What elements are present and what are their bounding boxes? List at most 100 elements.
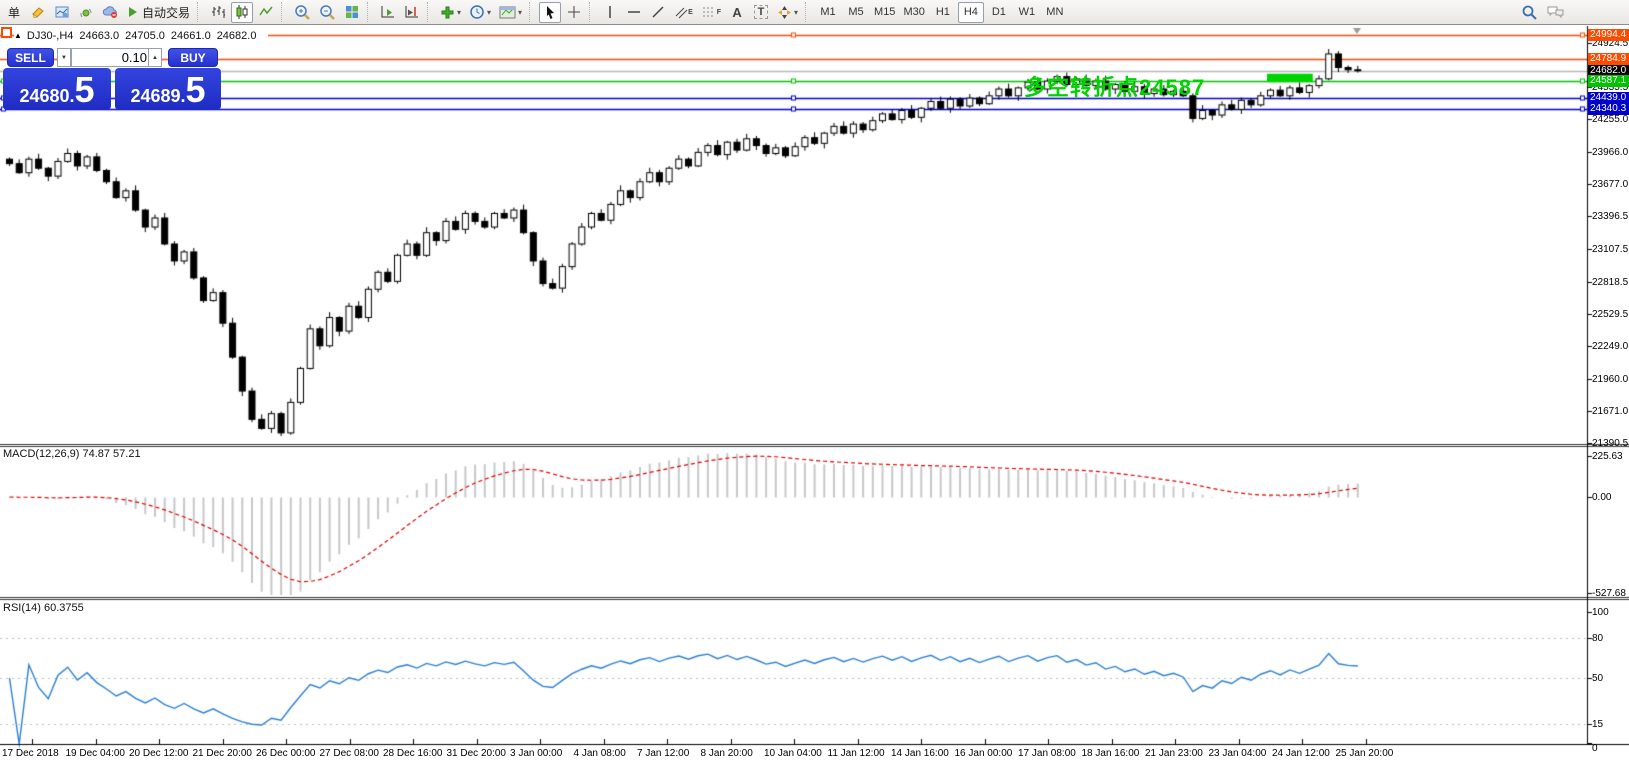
text-label-tool-icon[interactable]: T <box>750 2 772 23</box>
time-axis-label: 31 Dec 20:00 <box>447 748 507 759</box>
timeframe-m1-button[interactable]: M1 <box>815 2 841 23</box>
buy-button[interactable]: BUY <box>168 48 218 67</box>
price-axis-label: 23107.5 <box>1592 244 1628 255</box>
cursor-tool-icon[interactable] <box>539 2 561 23</box>
toolbar-separator <box>281 2 287 22</box>
price-axis-label: 22249.0 <box>1592 341 1628 352</box>
chart-text-annotation[interactable]: 多空转折点24587 <box>1024 70 1205 102</box>
timeframe-h1-button[interactable]: H1 <box>930 2 956 23</box>
vertical-line-tool-icon[interactable] <box>599 2 621 23</box>
trendline-tool-icon[interactable] <box>647 2 669 23</box>
time-axis-label: 18 Jan 16:00 <box>1082 748 1140 759</box>
timeframe-mn-button[interactable]: MN <box>1042 2 1068 23</box>
signals-icon[interactable] <box>75 2 97 23</box>
price-axis-label: 24255.0 <box>1592 114 1628 125</box>
hline-price-tag[interactable]: 24784.9 <box>1588 53 1629 65</box>
time-axis-label: 8 Jan 20:00 <box>701 748 753 759</box>
collapse-triangle-icon[interactable]: ▲ <box>14 31 22 40</box>
time-axis-label: 19 Dec 04:00 <box>66 748 126 759</box>
market-cloud-icon[interactable] <box>99 2 122 23</box>
periods-button[interactable]: ▾ <box>466 2 494 23</box>
rsi-axis-label: 80 <box>1592 633 1628 644</box>
price-axis-label: 23966.0 <box>1592 147 1628 158</box>
macd-axis-label: 225.63 <box>1592 451 1628 462</box>
time-axis-label: 4 Jan 08:00 <box>574 748 626 759</box>
text-tool-letter: A <box>732 5 741 20</box>
macd-axis-label: 0.00 <box>1592 492 1628 503</box>
new-order-icon[interactable] <box>27 2 49 23</box>
time-axis-label: 7 Jan 12:00 <box>637 748 689 759</box>
indicators-caret-icon: ▾ <box>457 8 461 17</box>
toolbar-separator <box>589 2 595 22</box>
sell-price-frac: 5 <box>75 69 95 111</box>
time-axis-label: 10 Jan 04:00 <box>764 748 822 759</box>
zoom-in-icon[interactable] <box>291 2 314 23</box>
sell-price[interactable]: 24680 . 5 <box>3 68 111 110</box>
time-axis-label: 17 Dec 2018 <box>2 748 59 759</box>
hline-price-tag[interactable]: 24340.3 <box>1588 103 1629 115</box>
chart-shift-icon[interactable] <box>401 2 423 23</box>
price-axis-label: 21960.0 <box>1592 374 1628 385</box>
volume-input[interactable] <box>71 48 152 67</box>
toolbar: 单 自动交易 ▾ ▾ ▾ E F A T ▾ M1M5M15M30H1H4D1W… <box>0 0 1629 25</box>
toolbar-separator <box>197 2 203 22</box>
bar-chart-mode-icon[interactable] <box>207 2 229 23</box>
templates-button[interactable]: ▾ <box>496 2 525 23</box>
time-axis-label: 23 Jan 04:00 <box>1209 748 1267 759</box>
candlestick-mode-icon[interactable] <box>231 2 253 23</box>
price-axis-label: 22818.5 <box>1592 277 1628 288</box>
text-tool-icon[interactable]: A <box>726 2 748 23</box>
timeframe-m5-button[interactable]: M5 <box>843 2 869 23</box>
price-axis-label: 21390.5 <box>1592 438 1628 449</box>
tile-windows-icon[interactable] <box>341 2 363 23</box>
channel-tool-icon[interactable]: E <box>671 2 696 23</box>
time-axis-label: 25 Jan 20:00 <box>1336 748 1394 759</box>
crosshair-tool-icon[interactable] <box>563 2 585 23</box>
time-axis-label: 11 Jan 12:00 <box>828 748 885 759</box>
autotrading-label: 自动交易 <box>142 4 190 21</box>
fibonacci-tool-icon[interactable]: F <box>698 2 724 23</box>
rsi-indicator-label: RSI(14) 60.3755 <box>3 602 84 614</box>
buy-price[interactable]: 24689 . 5 <box>115 68 221 110</box>
sell-button[interactable]: SELL <box>7 48 54 67</box>
rsi-axis-label: 100 <box>1592 607 1628 618</box>
toolbar-right-group <box>1517 2 1569 23</box>
hline-price-tag[interactable]: 24994.4 <box>1588 29 1629 41</box>
zoom-out-icon[interactable] <box>316 2 339 23</box>
time-axis-label: 21 Dec 20:00 <box>193 748 253 759</box>
search-icon[interactable] <box>1518 2 1541 23</box>
timeframe-d1-button[interactable]: D1 <box>986 2 1012 23</box>
hline-price-tag[interactable]: 24587.1 <box>1588 75 1629 87</box>
periods-caret-icon: ▾ <box>487 8 491 17</box>
timeframe-m15-button[interactable]: M15 <box>871 2 898 23</box>
toolbar-separator <box>367 2 373 22</box>
horizontal-line-tool-icon[interactable] <box>623 2 645 23</box>
price-axis-label: 23677.0 <box>1592 179 1628 190</box>
volume-decrease-button[interactable]: ▼ <box>57 48 71 67</box>
candlestick-chart-canvas[interactable] <box>0 0 1629 770</box>
sell-price-int: 24680 <box>19 86 69 107</box>
channel-tool-letter: E <box>688 9 693 16</box>
auto-scroll-icon[interactable] <box>377 2 399 23</box>
price-axis-label: 22529.5 <box>1592 309 1628 320</box>
time-axis-label: 14 Jan 16:00 <box>891 748 949 759</box>
arrows-tool-button[interactable]: ▾ <box>774 2 801 23</box>
profile-icon[interactable] <box>51 2 73 23</box>
timeframe-h4-button[interactable]: H4 <box>958 2 984 23</box>
chart-window-icon[interactable] <box>1 27 12 38</box>
indicators-button[interactable]: ▾ <box>437 2 464 23</box>
time-axis-label: 16 Jan 00:00 <box>955 748 1013 759</box>
time-axis-label: 24 Jan 12:00 <box>1272 748 1330 759</box>
orders-menu-label: 单 <box>8 4 20 21</box>
timeframe-w1-button[interactable]: W1 <box>1014 2 1040 23</box>
rsi-axis-label: 15 <box>1592 719 1628 730</box>
orders-menu-button[interactable]: 单 <box>3 2 25 23</box>
price-axis-label: 21671.0 <box>1592 406 1628 417</box>
label-tool-letter: T <box>754 5 769 19</box>
line-chart-mode-icon[interactable] <box>255 2 277 23</box>
chat-icon[interactable] <box>1543 2 1568 23</box>
timeframe-m30-button[interactable]: M30 <box>900 2 927 23</box>
autotrading-button[interactable]: 自动交易 <box>124 2 193 23</box>
time-axis-label: 28 Dec 16:00 <box>383 748 443 759</box>
volume-increase-button[interactable]: ▲ <box>148 48 162 67</box>
